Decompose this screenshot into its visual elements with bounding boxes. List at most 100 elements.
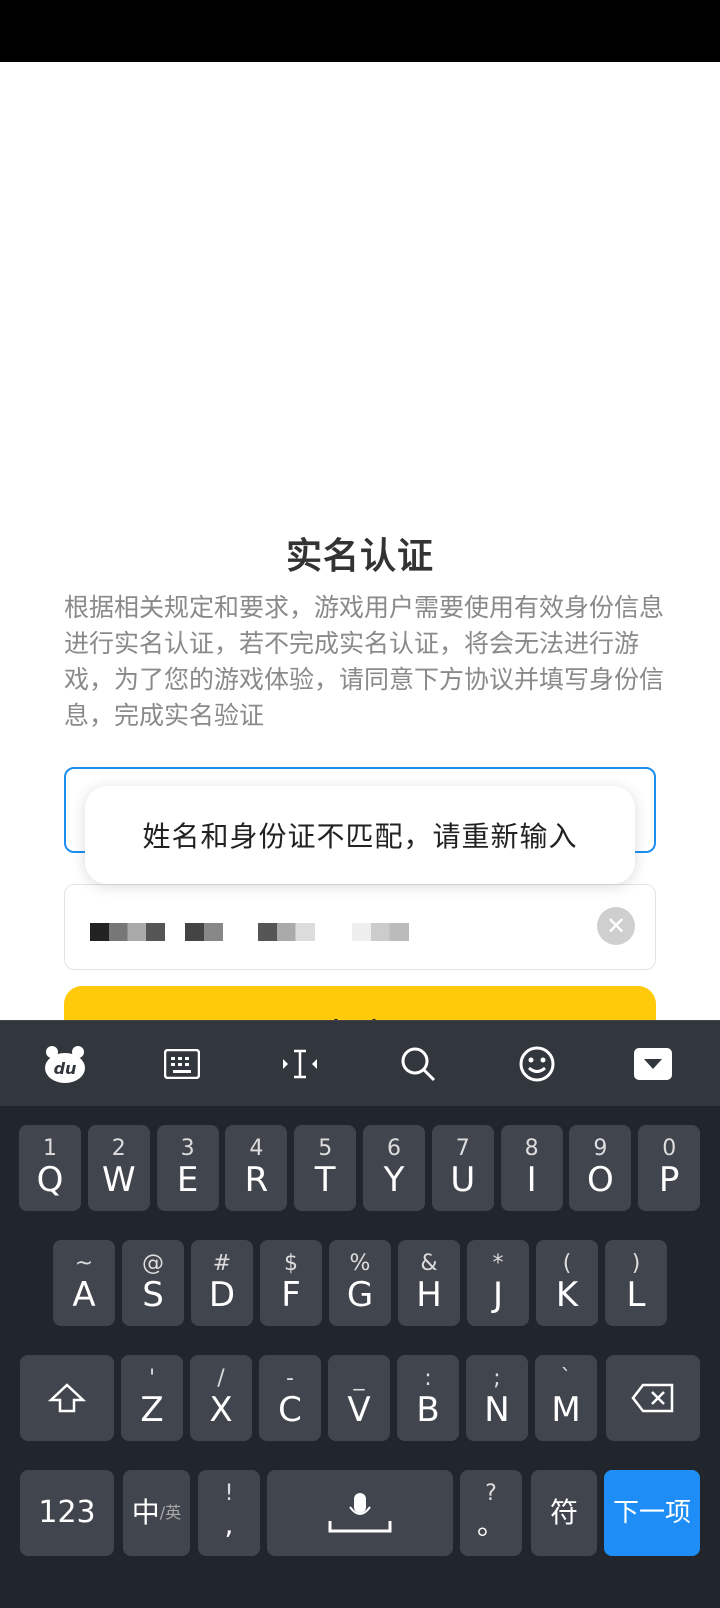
backspace-key[interactable] (606, 1355, 700, 1441)
period-key[interactable]: ? 。 (460, 1470, 522, 1556)
key-primary-label: M (551, 1390, 581, 1430)
key-primary-label: J (492, 1275, 504, 1315)
microphone-icon (328, 1493, 392, 1533)
number-mode-label: 123 (38, 1495, 96, 1530)
key-secondary-label: ( (562, 1251, 572, 1276)
key-secondary-label: ' (148, 1366, 156, 1391)
key-primary-label: B (416, 1390, 440, 1430)
id-number-input[interactable]: ✕ (64, 884, 656, 970)
next-label: 下一项 (612, 1498, 691, 1528)
keyboard-icon[interactable] (157, 1039, 207, 1089)
key-d[interactable]: # D (191, 1240, 253, 1326)
key-secondary-label: 3 (180, 1136, 195, 1161)
key-s[interactable]: @ S (122, 1240, 184, 1326)
key-i[interactable]: 8I (500, 1125, 563, 1211)
key-f[interactable]: $ F (260, 1240, 322, 1326)
key-secondary-label: 9 (593, 1136, 608, 1161)
key-secondary-label: @ (142, 1251, 164, 1276)
key-primary-label: K (555, 1275, 579, 1315)
keyboard: du 1Q2W3E4R5T6Y7U8I9O0P ~ A @ S # D $ F% G & H * J(K… (0, 1020, 720, 1608)
key-primary-label: G (346, 1275, 374, 1315)
shift-key[interactable] (20, 1355, 114, 1441)
key-secondary-label: 5 (318, 1136, 333, 1161)
key-secondary-label: # (212, 1251, 232, 1276)
clear-icon[interactable]: ✕ (597, 907, 635, 945)
next-button[interactable]: 下一项 (604, 1470, 700, 1556)
key-j[interactable]: * J (467, 1240, 529, 1326)
key-secondary-label: & (420, 1251, 438, 1276)
space-key[interactable] (267, 1470, 453, 1556)
key-b[interactable]: :B (397, 1355, 459, 1441)
key-secondary-label: ) (631, 1251, 641, 1276)
key-secondary-label: ~ (74, 1251, 94, 1276)
collapse-icon[interactable] (628, 1039, 678, 1089)
du-logo-icon[interactable]: du (40, 1039, 90, 1089)
key-primary-label: C (278, 1390, 302, 1430)
key-t[interactable]: 5T (294, 1125, 357, 1211)
key-secondary-label: / (217, 1366, 225, 1391)
key-primary-label: N (484, 1390, 510, 1430)
period-bottom: 。 (476, 1508, 505, 1541)
key-z[interactable]: ' Z (121, 1355, 183, 1441)
error-toast: 姓名和身份证不匹配，请重新输入 (85, 786, 635, 884)
language-switch-key[interactable]: 中 /英 (123, 1470, 190, 1556)
key-primary-label: P (658, 1160, 680, 1200)
masked-text (185, 923, 223, 941)
key-primary-label: I (526, 1160, 537, 1200)
key-q[interactable]: 1Q (19, 1125, 81, 1211)
key-h[interactable]: & H (398, 1240, 460, 1326)
key-primary-label: F (281, 1275, 301, 1315)
language-sub-label: /英 (159, 1503, 182, 1522)
key-primary-label: A (72, 1275, 96, 1315)
punctuation-key[interactable]: ! , (198, 1470, 260, 1556)
key-primary-label: Q (36, 1160, 64, 1200)
key-primary-label: V (347, 1390, 371, 1430)
key-secondary-label: ; (493, 1366, 501, 1391)
key-primary-label: H (416, 1275, 442, 1315)
cursor-icon[interactable] (275, 1039, 325, 1089)
key-x[interactable]: / X (190, 1355, 252, 1441)
symbol-label: 符 (549, 1496, 578, 1529)
emoji-icon[interactable] (512, 1039, 562, 1089)
status-bar (0, 0, 720, 62)
key-n[interactable]: ; N (466, 1355, 528, 1441)
key-u[interactable]: 7U (431, 1125, 494, 1211)
keyboard-toolbar: du (0, 1020, 720, 1106)
key-primary-label: X (209, 1390, 233, 1430)
key-secondary-label: % (349, 1251, 371, 1276)
search-icon[interactable] (393, 1039, 443, 1089)
key-secondary-label: 6 (387, 1136, 401, 1161)
key-a[interactable]: ~ A (53, 1240, 115, 1326)
page-content: 实名认证 根据相关规定和要求，游戏用户需要使用有效身份信息进行实名认证，若不完成… (0, 62, 720, 1076)
symbol-key[interactable]: 符 (531, 1470, 597, 1556)
key-secondary-label: 7 (455, 1136, 470, 1161)
punctuation-bottom: , (224, 1508, 234, 1541)
key-o[interactable]: 9O (569, 1125, 632, 1211)
key-p[interactable]: 0P (638, 1125, 701, 1211)
key-primary-label: W (101, 1160, 136, 1200)
key-c[interactable]: -C (259, 1355, 321, 1441)
masked-text (352, 923, 409, 941)
masked-text (90, 923, 165, 941)
key-primary-label: S (142, 1275, 164, 1315)
key-primary-label: L (626, 1275, 646, 1315)
key-secondary-label: $ (284, 1251, 298, 1276)
key-secondary-label: 8 (524, 1136, 539, 1161)
key-secondary-label: _ (353, 1366, 365, 1391)
key-v[interactable]: _ V (328, 1355, 390, 1441)
key-w[interactable]: 2W (87, 1125, 150, 1211)
key-secondary-label: 4 (249, 1136, 264, 1161)
number-mode-key[interactable]: 123 (20, 1470, 114, 1556)
key-e[interactable]: 3E (156, 1125, 219, 1211)
key-primary-label: O (587, 1160, 614, 1200)
key-m[interactable]: ` M (535, 1355, 597, 1441)
key-g[interactable]: % G (329, 1240, 391, 1326)
key-l[interactable]: ) L (605, 1240, 667, 1326)
key-y[interactable]: 6Y (363, 1125, 425, 1211)
key-k[interactable]: (K (536, 1240, 598, 1326)
key-primary-label: Z (140, 1390, 164, 1430)
key-secondary-label: * (492, 1251, 504, 1276)
key-secondary-label: ` (560, 1366, 572, 1391)
language-label: 中 (131, 1496, 160, 1529)
key-r[interactable]: 4R (225, 1125, 288, 1211)
